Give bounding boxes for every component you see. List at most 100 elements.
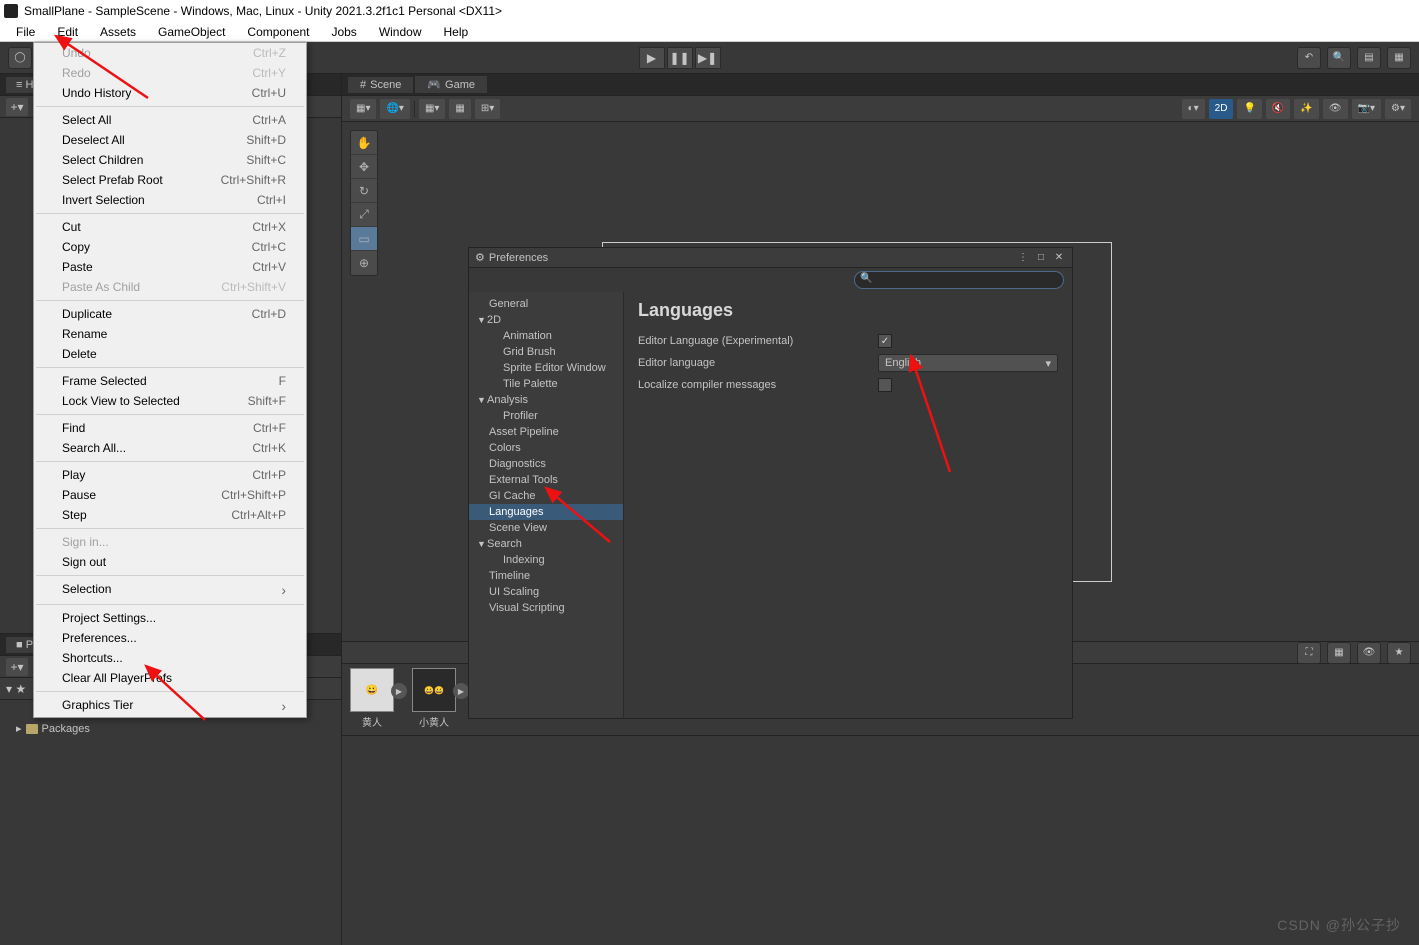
transform-tool[interactable]: ⊕ — [351, 251, 377, 275]
prefs-sidebar-asset-pipeline[interactable]: Asset Pipeline — [469, 424, 623, 440]
menu-item-shortcuts[interactable]: Shortcuts... — [34, 648, 306, 668]
search-icon[interactable]: 🔍 — [1327, 47, 1351, 69]
prefs-sidebar-analysis[interactable]: ▼Analysis — [469, 392, 623, 408]
move-tool[interactable]: ✥ — [351, 155, 377, 179]
grid-button[interactable]: ▦▾ — [419, 99, 445, 119]
menu-gameobject[interactable]: GameObject — [148, 23, 235, 41]
menu-item-step[interactable]: StepCtrl+Alt+P — [34, 505, 306, 525]
localize-messages-checkbox[interactable]: ✓ — [878, 378, 892, 392]
lighting-button[interactable]: 💡 — [1237, 99, 1261, 119]
menu-item-delete[interactable]: Delete — [34, 344, 306, 364]
menu-item-select-prefab-root[interactable]: Select Prefab RootCtrl+Shift+R — [34, 170, 306, 190]
prefs-sidebar-grid-brush[interactable]: Grid Brush — [469, 344, 623, 360]
menu-item-search-all[interactable]: Search All...Ctrl+K — [34, 438, 306, 458]
menu-jobs[interactable]: Jobs — [321, 23, 366, 41]
menu-item-graphics-tier[interactable]: Graphics Tier — [34, 695, 306, 717]
2d-toggle[interactable]: 2D — [1209, 99, 1234, 119]
editor-language-experimental-checkbox[interactable]: ✓ — [878, 334, 892, 348]
hand-tool[interactable]: ✋ — [351, 131, 377, 155]
maximize-icon[interactable]: □ — [1034, 251, 1048, 265]
prefs-sidebar-profiler[interactable]: Profiler — [469, 408, 623, 424]
gizmos-button[interactable]: ⚙▾ — [1385, 99, 1411, 119]
close-icon[interactable]: ✕ — [1052, 251, 1066, 265]
prefs-sidebar-animation[interactable]: Animation — [469, 328, 623, 344]
hierarchy-add-button[interactable]: +▾ — [6, 98, 28, 116]
scale-tool[interactable]: ⤢ — [351, 203, 377, 227]
menu-assets[interactable]: Assets — [90, 23, 146, 41]
shading-mode-button[interactable]: ▦▾ — [350, 99, 376, 119]
menu-file[interactable]: File — [6, 23, 45, 41]
prefs-sidebar-diagnostics[interactable]: Diagnostics — [469, 456, 623, 472]
prefs-sidebar-external-tools[interactable]: External Tools — [469, 472, 623, 488]
menu-item-find[interactable]: FindCtrl+F — [34, 418, 306, 438]
preferences-search-input[interactable] — [854, 271, 1064, 289]
menu-item-pause[interactable]: PauseCtrl+Shift+P — [34, 485, 306, 505]
scene-tab[interactable]: # Scene — [348, 77, 413, 93]
menu-item-select-all[interactable]: Select AllCtrl+A — [34, 110, 306, 130]
increment-button[interactable]: ⊞▾ — [475, 99, 500, 119]
undo-history-icon[interactable]: ↶ — [1297, 47, 1321, 69]
game-tab[interactable]: 🎮 Game — [415, 76, 487, 93]
menu-item-play[interactable]: PlayCtrl+P — [34, 465, 306, 485]
window-menu-icon[interactable]: ⋮ — [1016, 251, 1030, 265]
assets-maximize-icon[interactable]: ⛶ — [1297, 642, 1321, 664]
menu-item-selection[interactable]: Selection — [34, 579, 306, 601]
menu-item-lock-view-to-selected[interactable]: Lock View to SelectedShift+F — [34, 391, 306, 411]
prefs-sidebar-sprite-editor-window[interactable]: Sprite Editor Window — [469, 360, 623, 376]
menu-item-rename[interactable]: Rename — [34, 324, 306, 344]
menu-item-sign-out[interactable]: Sign out — [34, 552, 306, 572]
layers-icon[interactable]: ▤ — [1357, 47, 1381, 69]
hidden-button[interactable]: 👁 — [1323, 99, 1348, 119]
menu-item-duplicate[interactable]: DuplicateCtrl+D — [34, 304, 306, 324]
menu-item-copy[interactable]: CopyCtrl+C — [34, 237, 306, 257]
menu-item-clear-all-playerprefs[interactable]: Clear All PlayerPrefs — [34, 668, 306, 688]
prefs-sidebar-visual-scripting[interactable]: Visual Scripting — [469, 600, 623, 616]
camera-button[interactable]: 📷▾ — [1352, 99, 1381, 119]
menu-component[interactable]: Component — [237, 23, 319, 41]
assets-grid-icon[interactable]: ▦ — [1327, 642, 1351, 664]
play-button[interactable]: ▶ — [639, 47, 665, 69]
menu-help[interactable]: Help — [434, 23, 479, 41]
menu-item-invert-selection[interactable]: Invert SelectionCtrl+I — [34, 190, 306, 210]
pause-button[interactable]: ❚❚ — [667, 47, 693, 69]
prefs-sidebar-ui-scaling[interactable]: UI Scaling — [469, 584, 623, 600]
preferences-titlebar[interactable]: ⚙ Preferences ⋮ □ ✕ — [469, 248, 1072, 268]
prefs-sidebar-indexing[interactable]: Indexing — [469, 552, 623, 568]
prefs-sidebar-gi-cache[interactable]: GI Cache — [469, 488, 623, 504]
prefs-sidebar-colors[interactable]: Colors — [469, 440, 623, 456]
menu-item-undo-history[interactable]: Undo HistoryCtrl+U — [34, 83, 306, 103]
asset-item[interactable]: 😀😀▶ 小黄人 — [412, 668, 456, 729]
prefs-sidebar-languages[interactable]: Languages — [469, 504, 623, 520]
draw-mode-button[interactable]: 🌐▾ — [380, 99, 409, 119]
prefs-sidebar-scene-view[interactable]: Scene View — [469, 520, 623, 536]
menu-item-paste[interactable]: PasteCtrl+V — [34, 257, 306, 277]
prefs-sidebar-d[interactable]: ▼2D — [469, 312, 623, 328]
menu-window[interactable]: Window — [369, 23, 432, 41]
rotate-tool[interactable]: ↻ — [351, 179, 377, 203]
assets-star-icon[interactable]: ★ — [1387, 642, 1411, 664]
menu-item-frame-selected[interactable]: Frame SelectedF — [34, 371, 306, 391]
prefs-sidebar-timeline[interactable]: Timeline — [469, 568, 623, 584]
menu-item-cut[interactable]: CutCtrl+X — [34, 217, 306, 237]
asset-item[interactable]: 😀▶ 黄人 — [350, 668, 394, 729]
prefs-sidebar-tile-palette[interactable]: Tile Palette — [469, 376, 623, 392]
favorites-toggle[interactable]: ▾ ★ — [6, 682, 26, 696]
menu-edit[interactable]: Edit — [47, 23, 88, 41]
visibility-button[interactable]: ◐▾ — [1182, 99, 1205, 119]
menu-item-select-children[interactable]: Select ChildrenShift+C — [34, 150, 306, 170]
editor-language-dropdown[interactable]: English ▾ — [878, 354, 1058, 372]
step-button[interactable]: ▶❚ — [695, 47, 721, 69]
project-add-button[interactable]: +▾ — [6, 658, 28, 676]
prefs-sidebar-search[interactable]: ▼Search — [469, 536, 623, 552]
audio-button[interactable]: 🔇 — [1266, 99, 1290, 119]
menu-item-deselect-all[interactable]: Deselect AllShift+D — [34, 130, 306, 150]
account-icon[interactable]: ◯ — [8, 47, 32, 69]
menu-item-project-settings[interactable]: Project Settings... — [34, 608, 306, 628]
assets-eye-icon[interactable]: 👁 — [1357, 642, 1381, 664]
tree-item-packages[interactable]: ▸ Packages — [4, 720, 337, 737]
rect-tool[interactable]: ▭ — [351, 227, 377, 251]
prefs-sidebar-general[interactable]: General — [469, 296, 623, 312]
menu-item-preferences[interactable]: Preferences... — [34, 628, 306, 648]
layout-icon[interactable]: ▦ — [1387, 47, 1411, 69]
snap-button[interactable]: ▦ — [449, 99, 470, 119]
